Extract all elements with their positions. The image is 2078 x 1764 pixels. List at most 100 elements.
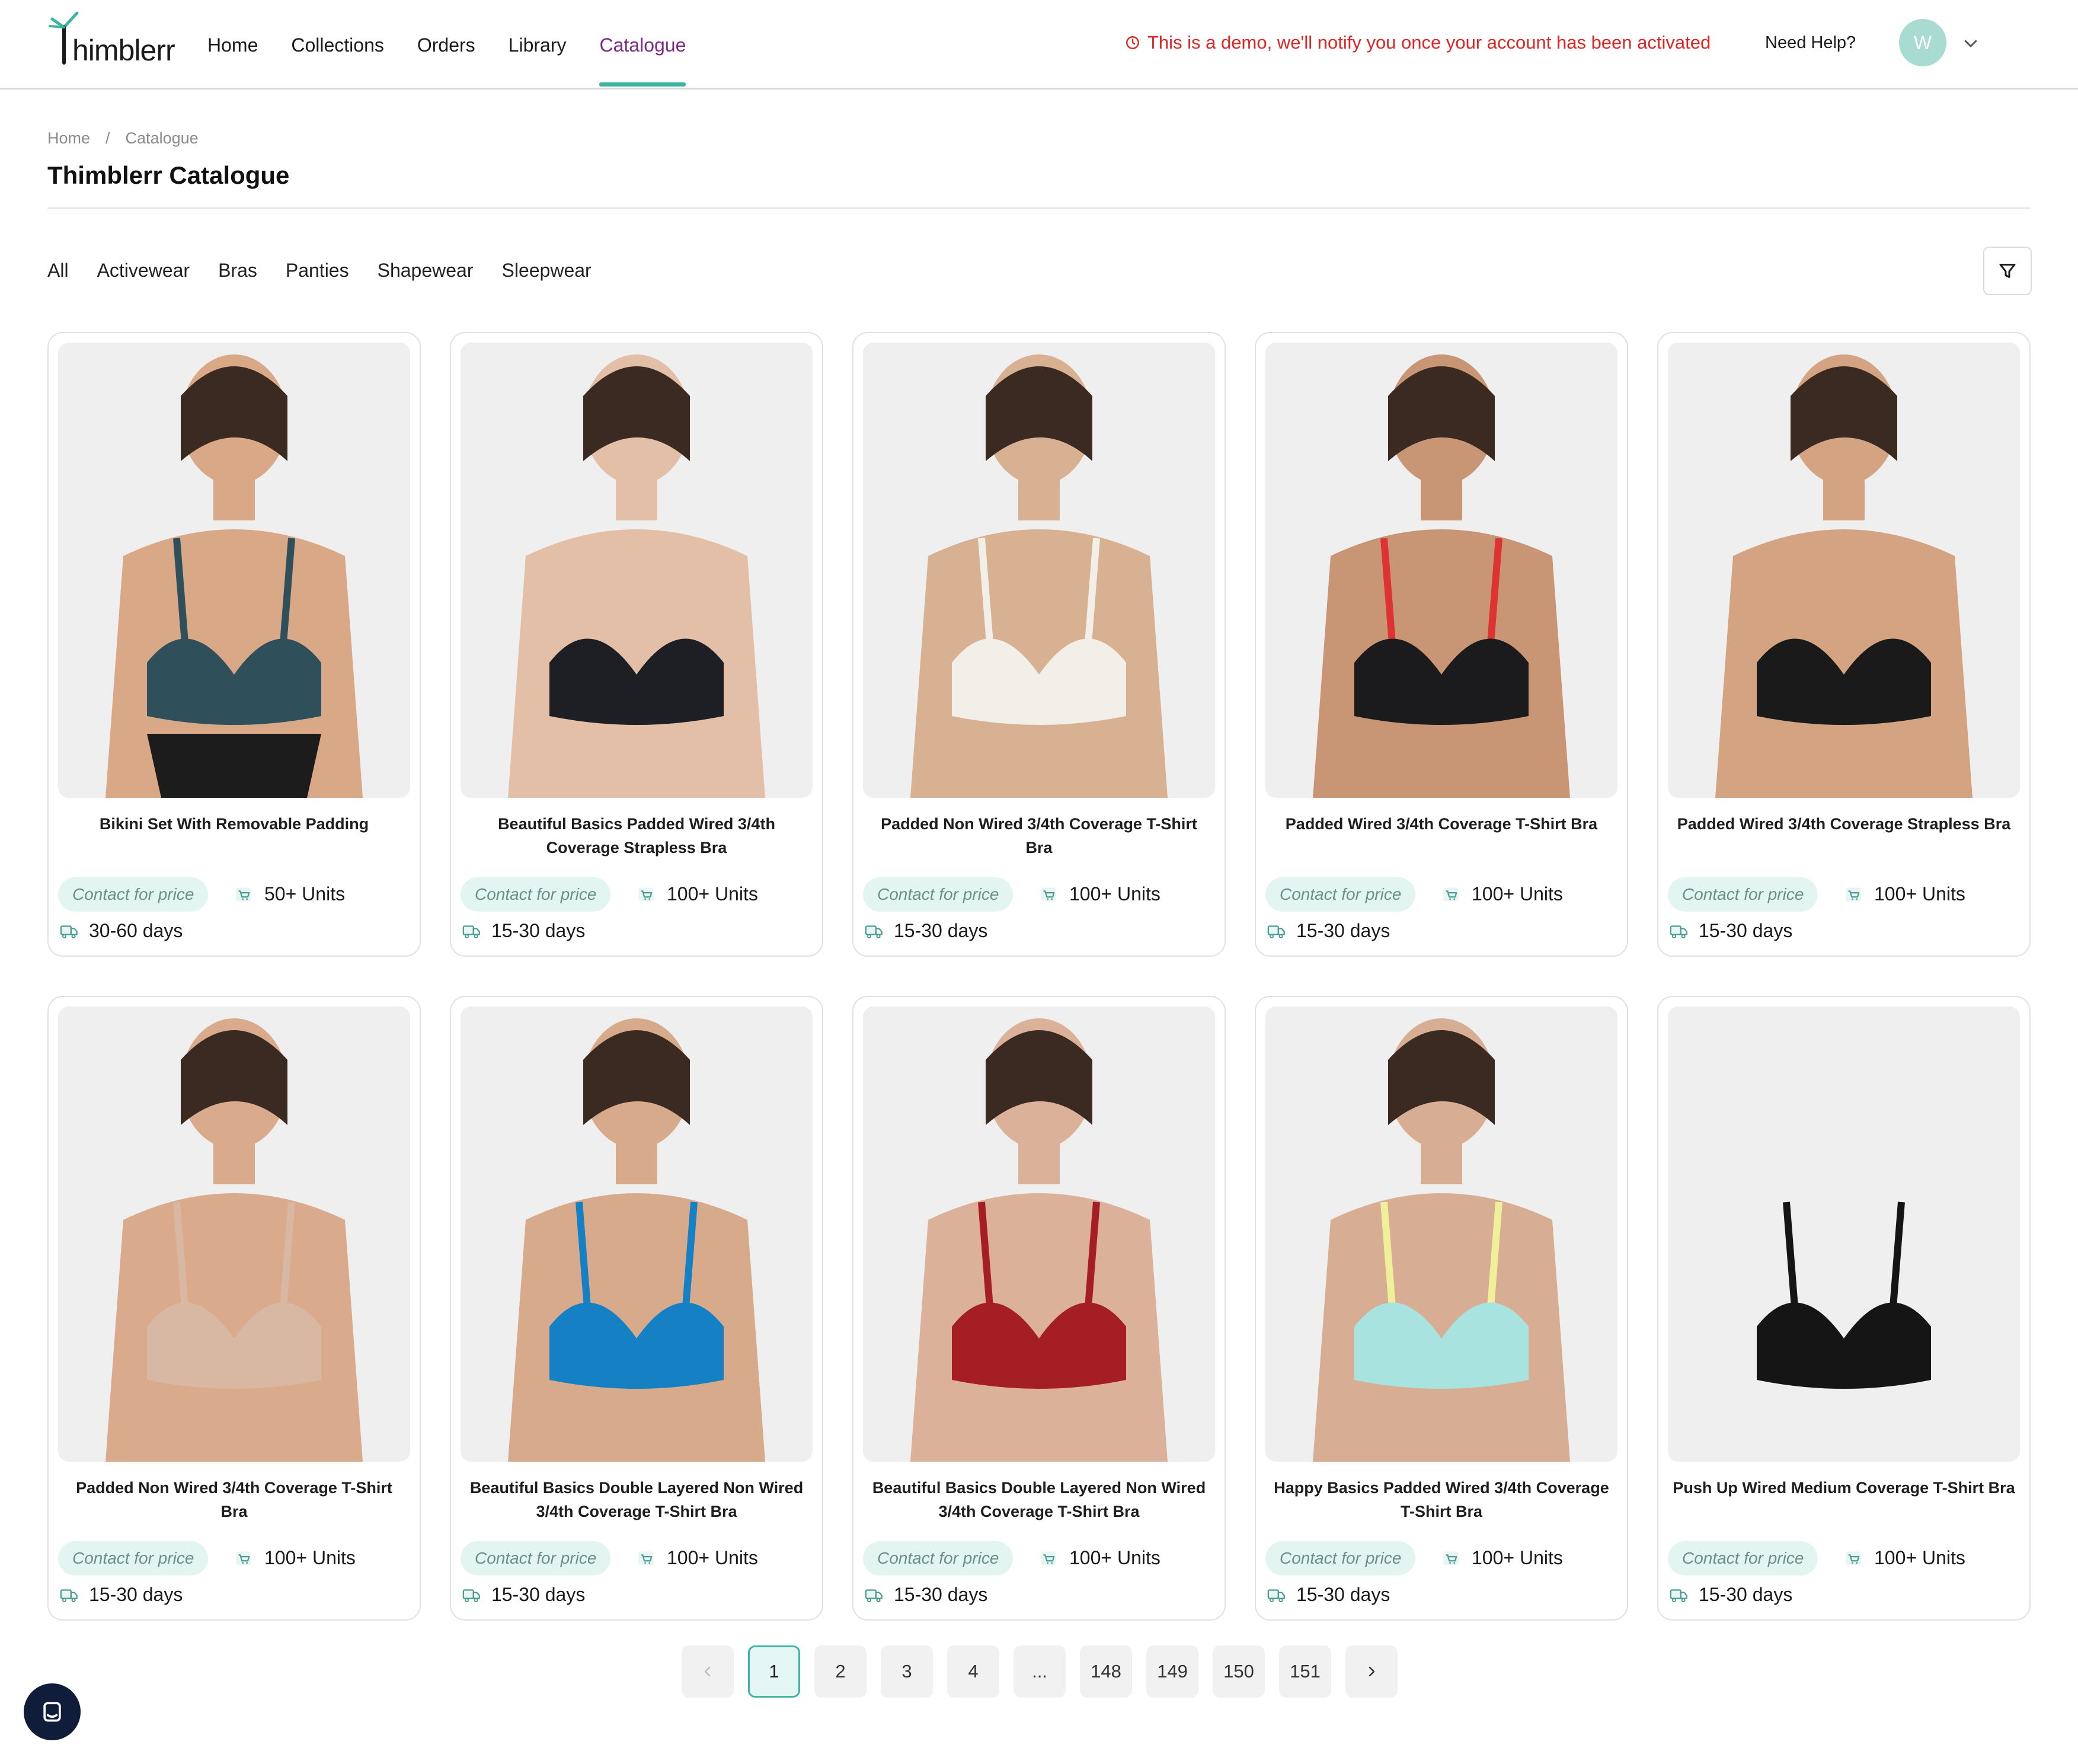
- product-image[interactable]: [58, 1006, 410, 1462]
- lead-time: 15-30 days: [59, 1584, 183, 1606]
- nav-catalogue[interactable]: Catalogue: [599, 34, 686, 88]
- product-image[interactable]: [1265, 1006, 1617, 1462]
- product-image[interactable]: [461, 343, 813, 798]
- product-title[interactable]: Beautiful Basics Double Layered Non Wire…: [865, 1476, 1213, 1523]
- nav-library[interactable]: Library: [509, 34, 567, 88]
- product-title[interactable]: Bikini Set With Removable Padding: [60, 812, 408, 836]
- delivery-truck-icon: [1267, 925, 1285, 938]
- tab-sleepwear[interactable]: Sleepwear: [501, 260, 591, 282]
- delivery-truck-icon: [462, 1589, 480, 1602]
- lead-time-text: 15-30 days: [89, 1584, 183, 1605]
- product-image[interactable]: [1265, 343, 1617, 798]
- page-button-149[interactable]: 149: [1146, 1645, 1198, 1698]
- product-image-illustration: [1668, 343, 2020, 798]
- product-title[interactable]: Padded Wired 3/4th Coverage T-Shirt Bra: [1268, 812, 1615, 836]
- page-button-151[interactable]: 151: [1279, 1645, 1331, 1698]
- chevron-right-icon: [1369, 1666, 1375, 1677]
- cart-icon: [1041, 887, 1056, 901]
- units-text: 100+ Units: [1069, 883, 1161, 905]
- tab-panties[interactable]: Panties: [286, 260, 349, 282]
- tab-activewear[interactable]: Activewear: [97, 260, 190, 282]
- lead-time-text: 15-30 days: [491, 920, 586, 941]
- avatar[interactable]: W: [1899, 19, 1946, 66]
- tab-all[interactable]: All: [47, 260, 69, 282]
- product-card[interactable]: Beautiful Basics Padded Wired 3/4th Cove…: [450, 332, 823, 957]
- page-button-2[interactable]: 2: [814, 1645, 867, 1698]
- lead-time: 15-30 days: [462, 920, 585, 942]
- contact-for-price-badge: Contact for price: [58, 1541, 209, 1576]
- filter-button[interactable]: [1983, 247, 2032, 295]
- product-card[interactable]: Padded Non Wired 3/4th Coverage T-Shirt …: [852, 332, 1226, 957]
- product-title[interactable]: Padded Non Wired 3/4th Coverage T-Shirt …: [60, 1476, 408, 1523]
- lead-time: 15-30 days: [864, 920, 987, 942]
- product-title[interactable]: Padded Non Wired 3/4th Coverage T-Shirt …: [865, 812, 1213, 859]
- delivery-truck-icon: [60, 1589, 78, 1602]
- delivery-truck-icon: [60, 925, 78, 938]
- logo-text: himblerr: [72, 34, 175, 67]
- min-units: 100+ Units: [636, 883, 758, 905]
- product-image[interactable]: [863, 343, 1215, 798]
- lead-time: 30-60 days: [59, 920, 183, 942]
- product-image-illustration: [1265, 1006, 1617, 1462]
- product-image[interactable]: [1668, 1006, 2020, 1462]
- breadcrumb: Home / Catalogue: [47, 129, 199, 148]
- product-title[interactable]: Push Up Wired Medium Coverage T-Shirt Br…: [1670, 1476, 2018, 1500]
- contact-for-price-badge: Contact for price: [863, 1541, 1014, 1576]
- contact-for-price-badge: Contact for price: [1265, 877, 1416, 912]
- tab-bras[interactable]: Bras: [218, 260, 257, 282]
- page-button-3[interactable]: 3: [881, 1645, 933, 1698]
- product-image[interactable]: [863, 1006, 1215, 1462]
- product-title[interactable]: Beautiful Basics Double Layered Non Wire…: [463, 1476, 810, 1523]
- clock-alert-icon: [1126, 36, 1139, 49]
- product-title[interactable]: Happy Basics Padded Wired 3/4th Coverage…: [1268, 1476, 1615, 1523]
- min-units: 100+ Units: [1038, 883, 1161, 905]
- product-image-illustration: [58, 1006, 410, 1462]
- product-card[interactable]: Push Up Wired Medium Coverage T-Shirt Br…: [1657, 996, 2031, 1621]
- demo-banner: This is a demo, we'll notify you once yo…: [1125, 32, 1711, 53]
- funnel-icon: [1999, 264, 2016, 278]
- page-button-1[interactable]: 1: [748, 1645, 800, 1698]
- prev-page-button[interactable]: [682, 1645, 734, 1698]
- chat-launcher-button[interactable]: [24, 1683, 81, 1740]
- next-page-button[interactable]: [1345, 1645, 1398, 1698]
- contact-for-price-badge: Contact for price: [1668, 1541, 1818, 1576]
- product-image[interactable]: [1668, 343, 2020, 798]
- contact-for-price-badge: Contact for price: [1668, 877, 1818, 912]
- nav-home[interactable]: Home: [207, 34, 258, 88]
- product-card[interactable]: Padded Wired 3/4th Coverage Strapless Br…: [1657, 332, 2031, 957]
- page-ellipsis: ...: [1014, 1645, 1066, 1698]
- page-button-4[interactable]: 4: [947, 1645, 999, 1698]
- breadcrumb-separator: /: [106, 129, 110, 147]
- product-card[interactable]: Happy Basics Padded Wired 3/4th Coverage…: [1255, 996, 1628, 1621]
- pagination: 1 2 3 4 ... 148 149 150 151: [682, 1645, 1398, 1698]
- contact-for-price-badge: Contact for price: [863, 877, 1014, 912]
- contact-for-price-badge: Contact for price: [461, 877, 611, 912]
- min-units: 100+ Units: [636, 1547, 758, 1569]
- lead-time-text: 15-30 days: [1296, 1584, 1390, 1605]
- nav-orders[interactable]: Orders: [417, 34, 475, 88]
- min-units: 100+ Units: [1441, 1547, 1563, 1569]
- product-card[interactable]: Padded Wired 3/4th Coverage T-Shirt Bra C…: [1255, 332, 1628, 957]
- need-help-link[interactable]: Need Help?: [1765, 33, 1856, 53]
- cart-icon: [1443, 887, 1459, 901]
- product-image[interactable]: [58, 343, 410, 798]
- page-button-150[interactable]: 150: [1213, 1645, 1265, 1698]
- product-title[interactable]: Padded Wired 3/4th Coverage Strapless Br…: [1670, 812, 2018, 836]
- product-card[interactable]: Beautiful Basics Double Layered Non Wire…: [450, 996, 823, 1621]
- tab-shapewear[interactable]: Shapewear: [378, 260, 474, 282]
- product-image[interactable]: [461, 1006, 813, 1462]
- product-title[interactable]: Beautiful Basics Padded Wired 3/4th Cove…: [463, 812, 810, 859]
- lead-time-text: 15-30 days: [491, 1584, 586, 1605]
- min-units: 50+ Units: [234, 883, 345, 905]
- chevron-down-icon[interactable]: [1962, 34, 1980, 52]
- lead-time-text: 15-30 days: [1699, 1584, 1793, 1605]
- units-text: 50+ Units: [264, 883, 346, 905]
- breadcrumb-home[interactable]: Home: [47, 129, 90, 148]
- nav-collections[interactable]: Collections: [291, 34, 384, 88]
- page-button-148[interactable]: 148: [1080, 1645, 1132, 1698]
- contact-for-price-badge: Contact for price: [461, 1541, 611, 1576]
- product-card[interactable]: Padded Non Wired 3/4th Coverage T-Shirt …: [47, 996, 421, 1621]
- product-card[interactable]: Bikini Set With Removable Padding Contact…: [47, 332, 421, 957]
- delivery-truck-icon: [865, 925, 883, 938]
- product-card[interactable]: Beautiful Basics Double Layered Non Wire…: [852, 996, 1226, 1621]
